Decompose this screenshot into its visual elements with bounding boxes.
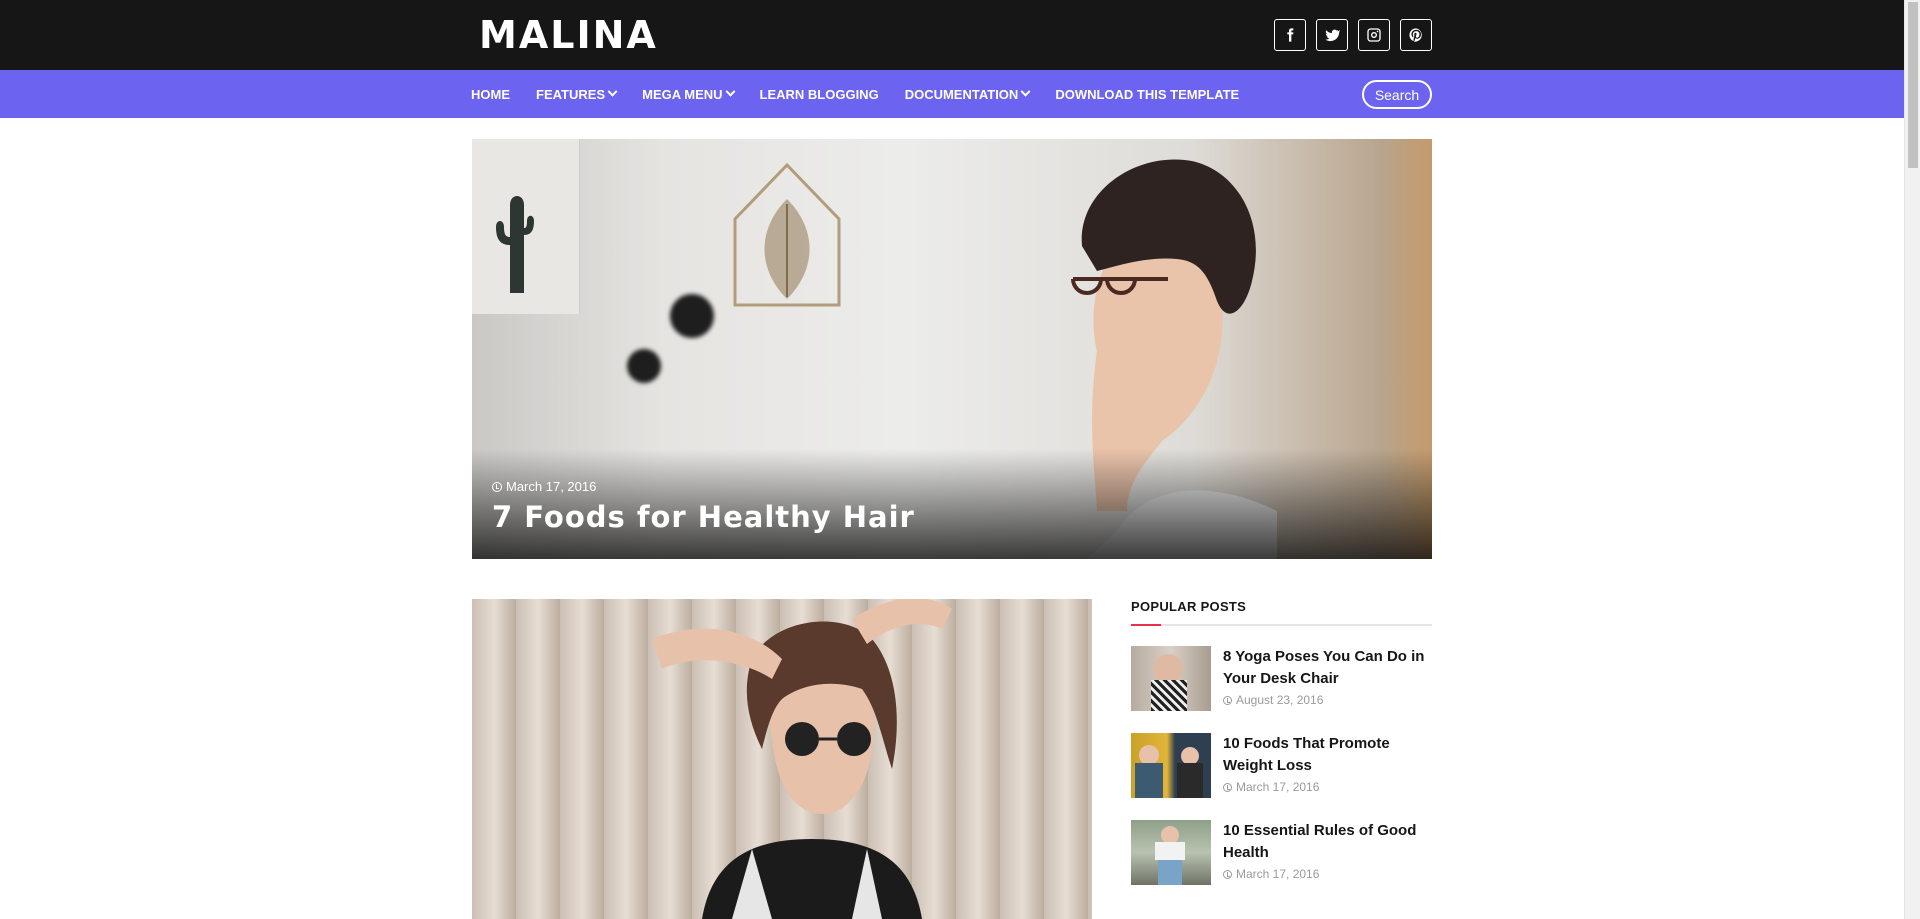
search-button[interactable]: Search	[1362, 80, 1432, 109]
nav-item-label: LEARN BLOGGING	[759, 86, 879, 102]
popular-post-text: 10 Foods That Promote Weight Loss March …	[1223, 733, 1432, 798]
popular-post-date: August 23, 2016	[1223, 693, 1432, 707]
popular-post-item[interactable]: 10 Foods That Promote Weight Loss March …	[1131, 733, 1432, 798]
chevron-down-icon	[1020, 86, 1031, 97]
hero-date: March 17, 2016	[492, 479, 596, 494]
clock-icon	[1223, 782, 1232, 792]
popular-post-text: 8 Yoga Poses You Can Do in Your Desk Cha…	[1223, 646, 1432, 711]
nav-item-mega-menu[interactable]: MEGA MENU	[642, 86, 745, 102]
popular-posts-heading: POPULAR POSTS	[1131, 599, 1247, 614]
nav-item-label: FEATURES	[536, 86, 606, 102]
leaf-frame-graphic	[733, 162, 841, 307]
nav-item-home[interactable]: HOME	[471, 87, 522, 102]
nav-item-features[interactable]: FEATURES	[536, 86, 628, 102]
social-links	[1274, 19, 1432, 51]
hero-title[interactable]: 7 Foods for Healthy Hair	[492, 500, 915, 534]
nav-item-label: DOCUMENTATION	[904, 86, 1019, 102]
popular-post-item[interactable]: 10 Essential Rules of Good Health March …	[1131, 820, 1432, 885]
clock-icon	[1223, 695, 1232, 705]
popular-post-text: 10 Essential Rules of Good Health March …	[1223, 820, 1432, 885]
page-scrollbar[interactable]	[1904, 0, 1920, 919]
heading-divider	[1131, 624, 1432, 626]
popular-post-title[interactable]: 10 Essential Rules of Good Health	[1223, 820, 1432, 864]
popular-post-thumbnail[interactable]	[1131, 733, 1211, 798]
popular-post-date-text: August 23, 2016	[1236, 693, 1324, 707]
main-nav: HOME FEATURES MEGA MENU LEARN BLOGGING D…	[471, 70, 1265, 118]
hero-date-text: March 17, 2016	[506, 479, 597, 494]
sidebar: POPULAR POSTS 8 Yoga Poses You Can Do in…	[1131, 599, 1432, 907]
cactus-graphic	[496, 196, 534, 293]
top-bar: MALINA	[0, 0, 1904, 70]
popular-post-title[interactable]: 10 Foods That Promote Weight Loss	[1223, 733, 1432, 777]
popular-posts-list: 8 Yoga Poses You Can Do in Your Desk Cha…	[1131, 646, 1432, 885]
decor-blob	[627, 349, 661, 383]
pinterest-icon	[1409, 28, 1422, 42]
chevron-down-icon	[725, 86, 735, 97]
site-logo[interactable]: MALINA	[479, 12, 658, 58]
popular-post-thumbnail[interactable]	[1131, 646, 1211, 711]
main-navbar: HOME FEATURES MEGA MENU LEARN BLOGGING D…	[0, 70, 1904, 118]
hero-image-frame	[472, 139, 580, 314]
featured-hero-post[interactable]: March 17, 2016 7 Foods for Healthy Hair	[472, 139, 1432, 559]
scrollbar-thumb[interactable]	[1908, 2, 1918, 168]
popular-post-thumbnail[interactable]	[1131, 820, 1211, 885]
popular-post-date: March 17, 2016	[1223, 867, 1432, 881]
facebook-icon	[1287, 28, 1294, 42]
post-person-graphic	[652, 599, 952, 919]
twitter-link[interactable]	[1316, 19, 1348, 51]
nav-item-learn-blogging[interactable]: LEARN BLOGGING	[760, 87, 891, 102]
popular-post-item[interactable]: 8 Yoga Poses You Can Do in Your Desk Cha…	[1131, 646, 1432, 711]
clock-icon	[1223, 869, 1232, 879]
facebook-link[interactable]	[1274, 19, 1306, 51]
instagram-link[interactable]	[1358, 19, 1390, 51]
pinterest-link[interactable]	[1400, 19, 1432, 51]
popular-post-date-text: March 17, 2016	[1236, 867, 1320, 881]
chevron-down-icon	[607, 86, 618, 97]
nav-item-label: MEGA MENU	[642, 86, 723, 102]
popular-post-title[interactable]: 8 Yoga Poses You Can Do in Your Desk Cha…	[1223, 646, 1432, 690]
nav-item-label: DOWNLOAD THIS TEMPLATE	[1055, 86, 1240, 102]
nav-item-download-template[interactable]: DOWNLOAD THIS TEMPLATE	[1055, 87, 1251, 102]
nav-item-label: HOME	[471, 86, 510, 102]
nav-item-documentation[interactable]: DOCUMENTATION	[904, 86, 1042, 102]
popular-post-date-text: March 17, 2016	[1236, 780, 1320, 794]
twitter-icon	[1325, 29, 1340, 42]
clock-icon	[492, 481, 502, 492]
popular-post-date: March 17, 2016	[1223, 780, 1432, 794]
post-thumbnail[interactable]	[472, 599, 1092, 919]
instagram-icon	[1367, 28, 1381, 42]
decor-blob	[670, 294, 714, 338]
